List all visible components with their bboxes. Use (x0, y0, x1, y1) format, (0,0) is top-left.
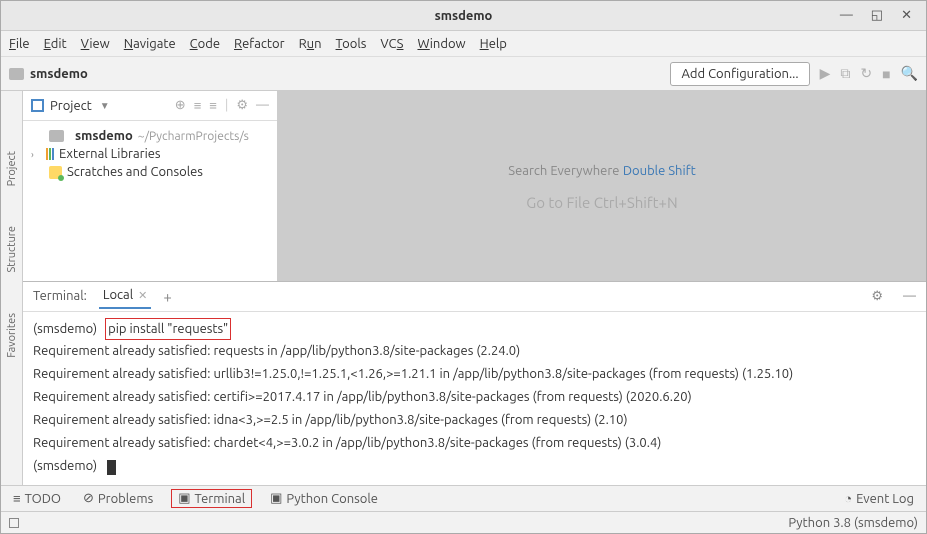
menu-code[interactable]: Code (190, 37, 220, 51)
highlighted-command: pip install "requests" (105, 318, 231, 340)
folder-icon (9, 68, 24, 80)
close-icon[interactable]: ✕ (901, 8, 912, 23)
project-pane: Project ▼ ⊕ ≡ ≡ | ⚙ — smsdemo (23, 91, 278, 281)
hide-terminal-icon[interactable]: — (903, 289, 916, 303)
run-icon[interactable]: ▶ (820, 65, 831, 82)
terminal-label: Terminal: (33, 289, 87, 303)
menu-file[interactable]: File (9, 37, 30, 51)
terminal-output[interactable]: (smsdemo) pip install "requests" Require… (23, 312, 926, 485)
chevron-down-icon[interactable]: ▼ (100, 100, 110, 112)
search-icon[interactable]: 🔍 (901, 65, 918, 82)
collapse-all-icon[interactable]: ≡ (209, 98, 217, 113)
tree-root[interactable]: smsdemo ~/PycharmProjects/s (23, 127, 277, 145)
terminal-tab-local[interactable]: Local✕ (99, 283, 152, 309)
minimize-icon[interactable]: — (840, 8, 853, 23)
double-shift-link[interactable]: Double Shift (623, 164, 696, 178)
tab-problems[interactable]: ⊘ Problems (79, 489, 157, 508)
tab-project[interactable]: Project (6, 151, 18, 186)
select-opened-icon[interactable]: ⊕ (175, 98, 186, 113)
hide-icon[interactable]: — (256, 98, 269, 113)
maximize-icon[interactable]: ◱ (871, 8, 883, 23)
terminal-settings-icon[interactable]: ⚙ (871, 289, 883, 304)
add-configuration-button[interactable]: Add Configuration... (670, 62, 809, 86)
window-title: smsdemo (435, 9, 493, 23)
gear-icon[interactable]: ⚙ (236, 98, 248, 113)
menu-view[interactable]: View (81, 37, 110, 51)
left-tool-tabs: Project Structure Favorites (1, 91, 23, 485)
navbar: smsdemo Add Configuration... ▶ ⧉ ↻ ■ 🔍 (1, 57, 926, 91)
tree-scratches[interactable]: Scratches and Consoles (23, 163, 277, 181)
bottom-toolbar: ≡ TODO ⊘ Problems ▣ Terminal ▣ Python Co… (1, 485, 926, 511)
menu-window[interactable]: Window (417, 37, 465, 51)
menu-refactor[interactable]: Refactor (234, 37, 285, 51)
new-terminal-icon[interactable]: + (163, 288, 171, 305)
tab-structure[interactable]: Structure (6, 226, 18, 273)
menu-edit[interactable]: Edit (44, 37, 67, 51)
coverage-icon[interactable]: ↻ (860, 65, 872, 82)
project-tree[interactable]: smsdemo ~/PycharmProjects/s › External L… (23, 121, 277, 187)
tab-python-console[interactable]: ▣ Python Console (266, 489, 382, 508)
menu-vcs[interactable]: VCS (380, 37, 403, 51)
titlebar: smsdemo — ◱ ✕ (1, 1, 926, 31)
menu-navigate[interactable]: Navigate (124, 37, 176, 51)
menu-help[interactable]: Help (480, 37, 507, 51)
interpreter-label[interactable]: Python 3.8 (smsdemo) (788, 516, 918, 530)
menubar: File Edit View Navigate Code Refactor Ru… (1, 31, 926, 57)
event-log[interactable]: ◔ Event Log (840, 489, 918, 508)
stop-icon[interactable]: ■ (882, 66, 890, 82)
folder-icon (49, 130, 64, 142)
statusbar: Python 3.8 (smsdemo) (1, 511, 926, 533)
scratch-icon (49, 166, 62, 179)
menu-run[interactable]: Run (299, 37, 322, 51)
tree-external-libs[interactable]: › External Libraries (23, 145, 277, 163)
project-view-icon (31, 99, 44, 112)
library-icon (46, 148, 54, 160)
breadcrumb-project[interactable]: smsdemo (30, 67, 88, 81)
expand-all-icon[interactable]: ≡ (194, 98, 202, 113)
menu-tools[interactable]: Tools (336, 37, 367, 51)
editor-placeholder: Search Everywhere Double Shift Go to Fil… (278, 91, 926, 281)
tab-favorites[interactable]: Favorites (6, 313, 18, 358)
debug-icon[interactable]: ⧉ (840, 65, 850, 82)
tab-todo[interactable]: ≡ TODO (9, 489, 65, 508)
tab-terminal[interactable]: ▣ Terminal (171, 489, 252, 508)
cursor (107, 460, 116, 475)
terminal-panel: Terminal: Local✕ + ⚙ — (smsdemo) pip ins… (23, 281, 926, 485)
project-view-label[interactable]: Project (50, 99, 92, 113)
close-tab-icon[interactable]: ✕ (138, 289, 147, 302)
status-icon[interactable] (9, 518, 19, 528)
